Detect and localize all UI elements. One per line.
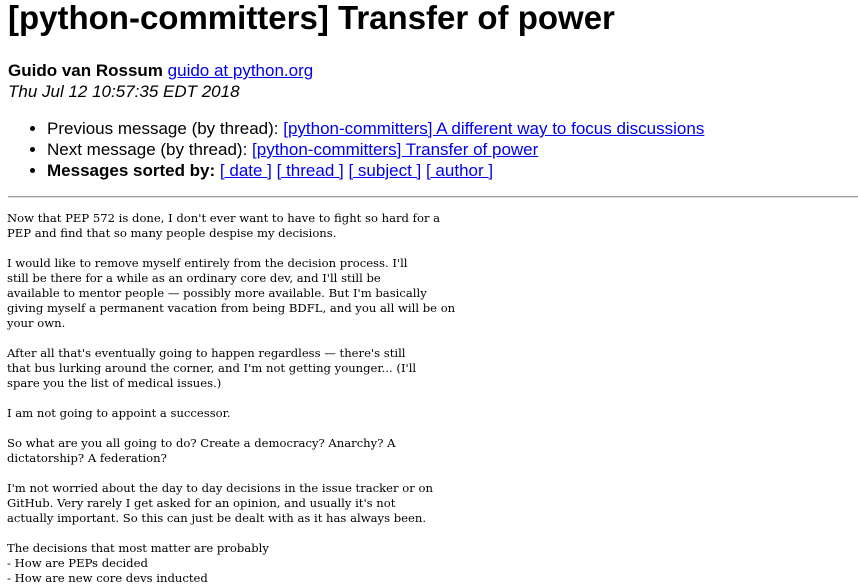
previous-message-link[interactable]: [python-committers] A different way to f… — [283, 119, 704, 138]
message-body: Now that PEP 572 is done, I don't ever w… — [7, 211, 456, 585]
previous-message-item: Previous message (by thread): [python-co… — [47, 118, 704, 139]
sort-by-author-link[interactable]: [ author ] — [426, 161, 493, 180]
sort-by-subject-link[interactable]: [ subject ] — [348, 161, 421, 180]
sort-by-date-link[interactable]: [ date ] — [220, 161, 272, 180]
author-email-link[interactable]: guido at python.org — [168, 61, 314, 80]
sort-by-thread-link[interactable]: [ thread ] — [277, 161, 344, 180]
message-navigation: Previous message (by thread): [python-co… — [0, 118, 704, 181]
sorted-by-label: Messages sorted by: — [47, 161, 216, 180]
sort-options-item: Messages sorted by: [ date ] [ thread ] … — [47, 160, 704, 181]
author-line: Guido van Rossum guido at python.org — [8, 61, 313, 81]
next-message-label: Next message (by thread): — [47, 140, 253, 159]
previous-message-label: Previous message (by thread): — [47, 119, 284, 138]
message-date: Thu Jul 12 10:57:35 EDT 2018 — [8, 82, 240, 101]
next-message-item: Next message (by thread): [python-commit… — [47, 139, 704, 160]
page-title: [python-committers] Transfer of power — [8, 0, 615, 36]
author-name: Guido van Rossum — [8, 61, 163, 80]
horizontal-divider — [8, 196, 858, 198]
next-message-link[interactable]: [python-committers] Transfer of power — [252, 140, 538, 159]
